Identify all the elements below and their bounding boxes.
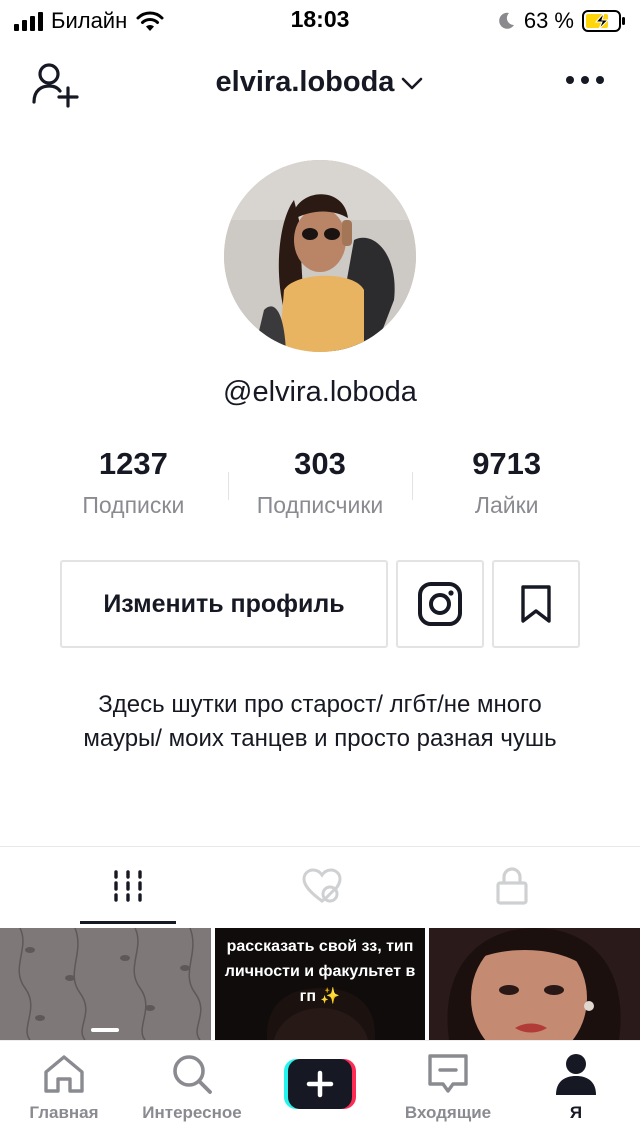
nav-home[interactable]: Главная [0, 1051, 128, 1131]
status-bar: Билайн 18:03 63 % [0, 0, 640, 40]
nav-label: Входящие [404, 1103, 492, 1122]
scroll-indicator [91, 1028, 119, 1032]
status-right: 63 % [496, 8, 626, 34]
stat-value: 9713 [472, 446, 542, 481]
more-icon[interactable] [566, 76, 604, 84]
profile-bio: Здесь шутки про старост/ лгбт/не много м… [83, 691, 557, 752]
avatar-photo [224, 160, 416, 352]
bookmark-icon [521, 585, 551, 623]
tabs-divider [0, 846, 640, 847]
stat-value: 1237 [98, 446, 168, 481]
nav-explore[interactable]: Интересное [128, 1051, 256, 1131]
moon-icon [499, 12, 514, 29]
nav-inbox[interactable]: Входящие [384, 1051, 512, 1131]
liked-hidden-icon [302, 868, 342, 903]
nav-label: Главная [29, 1103, 99, 1122]
nav-me[interactable]: Я [512, 1051, 640, 1131]
lock-icon [496, 867, 528, 905]
stat-following[interactable]: 1237 Подписки [40, 446, 227, 532]
favorites-button[interactable] [492, 560, 580, 648]
nav-label: Интересное [142, 1103, 242, 1122]
avatar[interactable] [224, 160, 416, 352]
tab-videos[interactable] [104, 866, 152, 906]
stat-divider [412, 472, 413, 500]
username-title: elvira.loboda [215, 66, 395, 98]
tab-liked[interactable] [298, 866, 346, 906]
stat-label: Подписки [82, 492, 185, 518]
inbox-icon [428, 1054, 468, 1093]
stat-followers[interactable]: 303 Подписчики [227, 446, 414, 532]
thumbnail-image [429, 928, 640, 1040]
stat-value: 303 [294, 446, 346, 481]
instagram-icon [418, 582, 462, 626]
battery-percent: 63 % [523, 8, 574, 33]
stat-divider [228, 472, 229, 500]
video-thumbnail[interactable]: рассказать свой зз, тип личности и факул… [214, 928, 426, 1040]
edit-profile-button[interactable]: Изменить профиль [60, 560, 388, 648]
nav-label: Я [569, 1103, 583, 1122]
create-button[interactable] [284, 1059, 356, 1109]
active-tab-indicator [80, 921, 176, 924]
profile-stats: 1237 Подписки 303 Подписчики 9713 Лайки [40, 446, 600, 532]
home-icon [44, 1055, 84, 1093]
thumbnail-image [0, 928, 211, 1040]
stat-label: Подписчики [256, 492, 384, 518]
video-caption: рассказать свой зз, тип личности и факул… [224, 938, 416, 1005]
instagram-button[interactable] [396, 560, 484, 648]
profile-handle: @elvira.loboda [223, 376, 417, 408]
tab-private[interactable] [488, 866, 536, 906]
battery-charging-icon [582, 10, 625, 32]
search-icon [173, 1055, 212, 1094]
profile-header: elvira.loboda [0, 56, 640, 112]
grid-icon [114, 870, 142, 902]
account-switcher[interactable]: elvira.loboda [0, 66, 640, 99]
stat-label: Лайки [474, 492, 539, 518]
video-thumbnail[interactable] [429, 928, 640, 1040]
bottom-nav: Главная Интересное Входящие Я [0, 1040, 640, 1136]
video-thumbnail[interactable] [0, 928, 211, 1040]
profile-icon [556, 1054, 596, 1095]
video-grid: рассказать свой зз, тип личности и факул… [0, 928, 640, 1040]
stat-likes[interactable]: 9713 Лайки [413, 446, 600, 532]
chevron-down-icon [402, 77, 423, 89]
